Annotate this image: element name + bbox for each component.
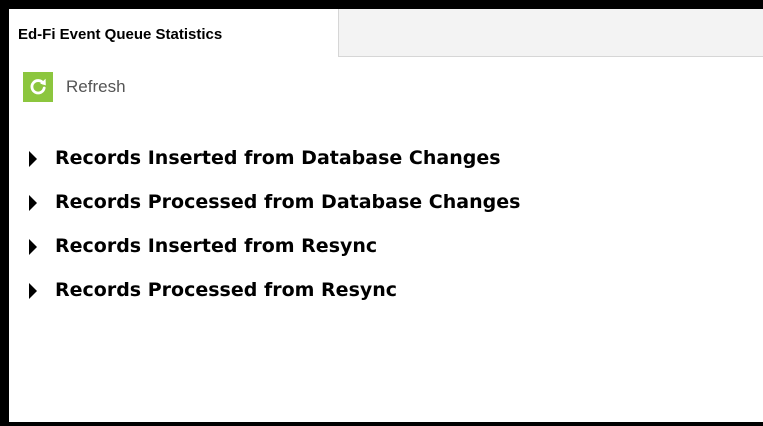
- expand-caret-icon[interactable]: [29, 195, 37, 211]
- expand-caret-icon[interactable]: [29, 283, 37, 299]
- section-title[interactable]: Records Processed from Resync: [55, 279, 397, 301]
- tab-event-queue-statistics[interactable]: Ed-Fi Event Queue Statistics: [9, 9, 339, 57]
- section-records-inserted-resync[interactable]: Records Inserted from Resync: [29, 224, 520, 268]
- expand-caret-icon[interactable]: [29, 239, 37, 255]
- statistics-sections: Records Inserted from Database Changes R…: [29, 136, 520, 312]
- refresh-icon[interactable]: [23, 72, 53, 102]
- section-title[interactable]: Records Processed from Database Changes: [55, 191, 520, 213]
- tab-bar: Ed-Fi Event Queue Statistics: [9, 9, 763, 57]
- section-records-processed-db-changes[interactable]: Records Processed from Database Changes: [29, 180, 520, 224]
- section-records-inserted-db-changes[interactable]: Records Inserted from Database Changes: [29, 136, 520, 180]
- section-title[interactable]: Records Inserted from Database Changes: [55, 147, 501, 169]
- expand-caret-icon[interactable]: [29, 151, 37, 167]
- section-title[interactable]: Records Inserted from Resync: [55, 235, 377, 257]
- app-window: Ed-Fi Event Queue Statistics Refresh Rec…: [0, 0, 763, 426]
- refresh-label[interactable]: Refresh: [66, 77, 126, 97]
- toolbar: Refresh: [23, 71, 126, 103]
- section-records-processed-resync[interactable]: Records Processed from Resync: [29, 268, 520, 312]
- refresh-button[interactable]: Refresh: [23, 72, 126, 102]
- tab-label: Ed-Fi Event Queue Statistics: [18, 26, 223, 43]
